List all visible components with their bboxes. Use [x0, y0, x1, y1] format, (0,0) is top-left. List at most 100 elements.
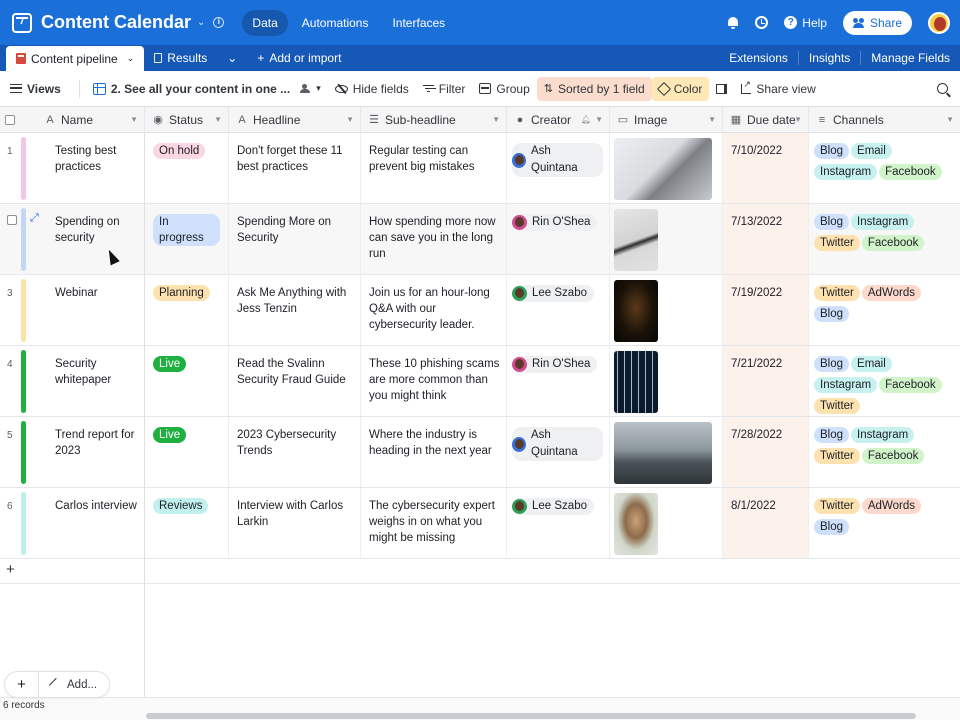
sub-headline-cell[interactable]: These 10 phishing scams are more common … — [361, 346, 507, 416]
insights-button[interactable]: Insights — [797, 51, 860, 65]
add-more-button[interactable]: Add... — [39, 677, 109, 692]
extensions-button[interactable]: Extensions — [719, 51, 798, 65]
views-button[interactable]: Views — [0, 77, 73, 101]
sub-headline-cell[interactable]: The cybersecurity expert weighs in on wh… — [361, 488, 507, 558]
help-button[interactable]: ? Help — [784, 16, 827, 30]
name-cell[interactable]: Testing best practices — [47, 133, 145, 203]
sub-headline-cell[interactable]: Join us for an hour-long Q&A with our cy… — [361, 275, 507, 345]
name-cell[interactable]: Carlos interview — [47, 488, 145, 558]
filter-button[interactable]: Filter — [416, 77, 473, 101]
due-date-cell[interactable]: 7/10/2022 — [723, 133, 809, 203]
status-cell[interactable]: Live — [145, 346, 229, 416]
chevron-down-icon[interactable]: ▼ — [492, 115, 500, 124]
due-date-cell[interactable]: 7/13/2022 — [723, 204, 809, 274]
select-all-checkbox[interactable] — [5, 114, 15, 125]
tab-results[interactable]: Results — [144, 45, 217, 71]
manage-fields-button[interactable]: Manage Fields — [860, 51, 960, 65]
headline-cell[interactable]: Spending More on Security — [229, 204, 361, 274]
due-date-cell[interactable]: 8/1/2022 — [723, 488, 809, 558]
header-sub-headline[interactable]: ☰ Sub-headline ▼ — [361, 107, 507, 133]
add-record-button[interactable]: + — [5, 672, 39, 697]
search-icon[interactable] — [937, 83, 948, 94]
status-cell[interactable]: Live — [145, 417, 229, 487]
creator-cell[interactable]: Rin O'Shea — [507, 204, 610, 274]
name-cell[interactable]: Security whitepaper — [47, 346, 145, 416]
usb-key-photo[interactable] — [614, 209, 658, 271]
image-cell[interactable] — [610, 133, 723, 203]
name-cell[interactable]: Webinar — [47, 275, 145, 345]
headline-cell[interactable]: Interview with Carlos Larkin — [229, 488, 361, 558]
portrait-photo[interactable] — [614, 493, 658, 555]
creator-cell[interactable]: Rin O'Shea — [507, 346, 610, 416]
status-cell[interactable]: Reviews — [145, 488, 229, 558]
header-name[interactable]: A Name ▼ — [0, 107, 145, 133]
nav-data[interactable]: Data — [242, 9, 288, 36]
channels-cell[interactable]: Twitter AdWords Blog — [809, 488, 960, 558]
creator-cell[interactable]: Lee Szabo — [507, 488, 610, 558]
header-status[interactable]: ◉ Status ▼ — [145, 107, 229, 133]
chevron-down-icon[interactable]: ▼ — [946, 115, 954, 124]
share-view-button[interactable]: Share view — [734, 77, 822, 101]
tables-dropdown[interactable]: ⌄ — [217, 45, 247, 71]
channels-cell[interactable]: Blog Instagram Twitter Facebook — [809, 204, 960, 274]
base-title[interactable]: Content Calendar — [41, 12, 191, 33]
nav-automations[interactable]: Automations — [292, 10, 379, 36]
chevron-down-icon[interactable]: ▼ — [130, 115, 138, 124]
tab-content-pipeline[interactable]: Content pipeline ⌄ — [6, 46, 145, 71]
user-avatar[interactable] — [928, 11, 950, 34]
headline-cell[interactable]: Don't forget these 11 best practices — [229, 133, 361, 203]
name-cell[interactable]: Spending on security — [47, 204, 145, 274]
sort-button[interactable]: ⇅ Sorted by 1 field — [536, 76, 652, 101]
header-creator[interactable]: ● Creator 🔔︎ ▼ — [507, 107, 610, 133]
chevron-down-icon[interactable]: ⌄ — [127, 53, 135, 64]
color-button[interactable]: Color — [651, 76, 710, 101]
header-image[interactable]: ▭ Image ▼ — [610, 107, 723, 133]
info-icon[interactable]: i — [213, 17, 225, 28]
header-headline[interactable]: A Headline ▼ — [229, 107, 361, 133]
image-cell[interactable] — [610, 417, 723, 487]
due-date-cell[interactable]: 7/28/2022 — [723, 417, 809, 487]
image-cell[interactable] — [610, 346, 723, 416]
status-cell[interactable]: On hold — [145, 133, 229, 203]
sub-headline-cell[interactable]: How spending more now can save you in th… — [361, 204, 507, 274]
header-due-date[interactable]: ▦ Due date ▼ — [723, 107, 809, 133]
status-cell[interactable]: Planning — [145, 275, 229, 345]
name-cell[interactable]: Trend report for 2023 — [47, 417, 145, 487]
image-cell[interactable] — [610, 488, 723, 558]
headline-cell[interactable]: Read the Svalinn Security Fraud Guide — [229, 346, 361, 416]
row-checkbox[interactable] — [7, 215, 17, 225]
calendar-icon[interactable]: 7 — [12, 12, 32, 33]
due-date-cell[interactable]: 7/19/2022 — [723, 275, 809, 345]
nav-interfaces[interactable]: Interfaces — [382, 10, 455, 36]
chevron-down-icon[interactable]: ▼ — [346, 115, 354, 124]
sub-headline-cell[interactable]: Regular testing can prevent big mistakes — [361, 133, 507, 203]
channels-cell[interactable]: Blog Email Instagram Facebook Twitter — [809, 346, 960, 416]
channels-cell[interactable]: Blog Email Instagram Facebook — [809, 133, 960, 203]
chevron-down-icon[interactable]: ▼ — [595, 115, 603, 124]
horizontal-scrollbar[interactable] — [146, 713, 916, 719]
expand-record-icon[interactable]: ⤢ — [30, 212, 39, 225]
image-cell[interactable] — [610, 275, 723, 345]
status-cell[interactable]: In progress — [145, 204, 229, 274]
history-icon[interactable] — [755, 16, 769, 29]
code-face-photo[interactable] — [614, 280, 658, 342]
chevron-down-icon[interactable]: ▼ — [708, 115, 716, 124]
header-channels[interactable]: ≡ Channels ▼ — [809, 107, 960, 133]
headline-cell[interactable]: Ask Me Anything with Jess Tenzin — [229, 275, 361, 345]
channels-cell[interactable]: Twitter AdWords Blog — [809, 275, 960, 345]
creator-cell[interactable]: Ash Quintana — [507, 133, 610, 203]
channels-cell[interactable]: Blog Instagram Twitter Facebook — [809, 417, 960, 487]
office-view-photo[interactable] — [614, 422, 712, 484]
chevron-down-icon[interactable]: ⌄ — [197, 17, 205, 28]
share-button[interactable]: Share — [842, 10, 912, 35]
chevron-down-icon[interactable]: ▼ — [214, 115, 222, 124]
image-cell[interactable] — [610, 204, 723, 274]
bell-icon[interactable]: 🔔︎ — [581, 115, 591, 124]
creator-cell[interactable]: Lee Szabo — [507, 275, 610, 345]
add-or-import-button[interactable]: + Add or import — [247, 45, 351, 71]
laptop-photo[interactable] — [614, 138, 712, 200]
sub-headline-cell[interactable]: Where the industry is heading in the nex… — [361, 417, 507, 487]
chevron-down-icon[interactable]: ▼ — [794, 115, 802, 124]
row-height-button[interactable] — [709, 77, 734, 101]
creator-cell[interactable]: Ash Quintana — [507, 417, 610, 487]
